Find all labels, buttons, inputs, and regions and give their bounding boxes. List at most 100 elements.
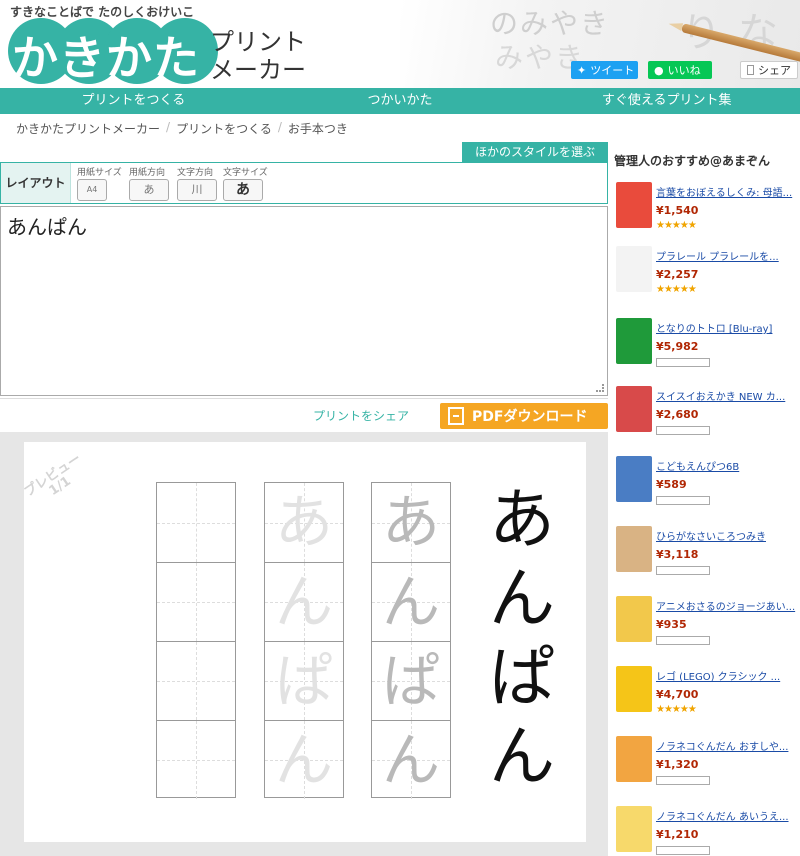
practice-cell [157, 483, 235, 562]
paper-size-icon[interactable]: A4 [77, 179, 107, 201]
text-direction-icon[interactable]: 川 [177, 179, 217, 201]
pdf-file-icon [448, 407, 464, 425]
product-name-link[interactable]: スイスイおえかき NEW カ... [656, 388, 798, 403]
product-price: ¥4,700 [656, 688, 699, 701]
paper-orientation-icon[interactable]: あ [129, 179, 169, 201]
product-name-link[interactable]: となりのトトロ [Blu-ray] [656, 320, 798, 335]
sidebar-title: 管理人のおすすめ@あまぞん [614, 154, 771, 168]
product-rating: ★★★★★ [656, 284, 697, 295]
product-item[interactable]: レゴ (LEGO) クラシック ... ¥4,700 ★★★★★ [614, 666, 800, 730]
preview-area: プレビュー 1/1 あ ん ぱ ん あ ん ぱ ん あ ん ぱ ん [0, 432, 608, 856]
line-icon: ● [654, 63, 664, 77]
font-size-option[interactable]: 文字サイズ あ [223, 165, 273, 201]
product-price: ¥5,982 [656, 340, 699, 353]
product-name-link[interactable]: ノラネコぐんだん おすしや... [656, 738, 798, 753]
line-like-button[interactable]: ● いいね [648, 61, 712, 79]
trace-char: ぱ [381, 647, 440, 715]
logo-main-text[interactable]: かきかた [12, 22, 200, 88]
print-text-input[interactable]: あんぱん [0, 206, 608, 396]
breadcrumb-create[interactable]: プリントをつくる [176, 120, 272, 137]
product-price: ¥2,257 [656, 268, 699, 281]
product-name-link[interactable]: 言葉をおぼえるしくみ: 母語... [656, 184, 798, 199]
practice-cell: ん [265, 562, 343, 641]
product-name-link[interactable]: ひらがなさいころつみき [656, 528, 798, 543]
product-image[interactable] [616, 596, 652, 642]
product-image[interactable] [616, 526, 652, 572]
product-rating-placeholder [656, 636, 710, 645]
trace-char: あ [274, 488, 333, 556]
share-button[interactable]: シェア [740, 61, 798, 79]
pdf-download-label: PDFダウンロード [472, 409, 588, 425]
product-item[interactable]: こどもえんぴつ6B ¥589 [614, 456, 800, 520]
line-label: いいね [667, 64, 701, 77]
site-header: のみやき みやき り な すきなことばで たのしくおけいこ かきかた プリント … [0, 0, 800, 88]
tweet-button[interactable]: ✦ ツイート [571, 61, 638, 79]
layout-bar: レイアウト 用紙サイズ A4 用紙方向 あ 文字方向 川 文字サイズ あ [0, 162, 608, 204]
text-direction-option[interactable]: 文字方向 川 [177, 165, 227, 201]
practice-column-blank [156, 482, 236, 799]
product-image[interactable] [616, 456, 652, 502]
product-image[interactable] [616, 386, 652, 432]
product-name-link[interactable]: レゴ (LEGO) クラシック ... [656, 668, 798, 683]
preview-paper: プレビュー 1/1 あ ん ぱ ん あ ん ぱ ん あ ん ぱ ん [22, 442, 586, 842]
product-name-link[interactable]: ノラネコぐんだん あいうえ... [656, 808, 798, 823]
product-item[interactable]: スイスイおえかき NEW カ... ¥2,680 [614, 386, 800, 450]
product-name-link[interactable]: プラレール プラレールを... [656, 248, 798, 263]
product-rating-placeholder [656, 426, 710, 435]
breadcrumb-current: お手本つき [287, 122, 348, 136]
model-text: あ ん ぱ ん [482, 480, 562, 796]
trace-char: あ [381, 488, 440, 556]
nav-how-to-use[interactable]: つかいかた [267, 88, 534, 114]
product-rating-placeholder [656, 566, 710, 575]
paper-orientation-option[interactable]: 用紙方向 あ [129, 165, 179, 201]
product-item[interactable]: となりのトトロ [Blu-ray] ¥5,982 [614, 318, 800, 382]
other-styles-tab[interactable]: ほかのスタイルを選ぶ [462, 142, 608, 162]
practice-cell: あ [265, 483, 343, 562]
practice-cell [157, 641, 235, 720]
model-char: ん [489, 560, 555, 637]
pdf-download-button[interactable]: PDFダウンロード [440, 403, 608, 429]
product-name-link[interactable]: アニメおさるのジョージあい... [656, 598, 798, 613]
option-label: 用紙方向 [129, 168, 166, 178]
practice-cell: ん [372, 562, 450, 641]
logo-sub-line: プリント [210, 28, 306, 56]
font-size-icon[interactable]: あ [223, 179, 263, 201]
product-image[interactable] [616, 182, 652, 228]
option-label: 文字方向 [177, 168, 214, 178]
preview-watermark: プレビュー 1/1 [22, 451, 90, 510]
nav-create-print[interactable]: プリントをつくる [0, 88, 267, 114]
product-item[interactable]: ノラネコぐんだん おすしや... ¥1,320 [614, 736, 800, 800]
action-row: プリントをシェア PDFダウンロード [0, 398, 608, 432]
practice-column-dark: あ ん ぱ ん [371, 482, 451, 799]
layout-label: レイアウト [1, 163, 71, 203]
product-price: ¥935 [656, 618, 687, 631]
resize-handle-icon[interactable] [596, 384, 604, 392]
paper-size-option[interactable]: 用紙サイズ A4 [77, 165, 127, 201]
share-print-link[interactable]: プリントをシェア [313, 407, 409, 424]
product-image[interactable] [616, 736, 652, 782]
product-item[interactable]: ノラネコぐんだん あいうえ... ¥1,210 [614, 806, 800, 856]
trace-char: ん [381, 568, 440, 636]
product-image[interactable] [616, 666, 652, 712]
practice-cell: ん [265, 720, 343, 799]
product-price: ¥3,118 [656, 548, 699, 561]
product-item[interactable]: アニメおさるのジョージあい... ¥935 [614, 596, 800, 660]
product-image[interactable] [616, 318, 652, 364]
nav-ready-prints[interactable]: すぐ使えるプリント集 [533, 88, 800, 114]
breadcrumb-home[interactable]: かきかたプリントメーカー [16, 120, 160, 137]
product-item[interactable]: ひらがなさいころつみき ¥3,118 [614, 526, 800, 590]
product-image[interactable] [616, 246, 652, 292]
product-name-link[interactable]: こどもえんぴつ6B [656, 458, 798, 473]
product-rating-placeholder [656, 358, 710, 367]
practice-column-light: あ ん ぱ ん [264, 482, 344, 799]
practice-cell: ぱ [372, 641, 450, 720]
trace-char: ん [274, 568, 333, 636]
product-rating: ★★★★★ [656, 704, 697, 715]
product-item[interactable]: 言葉をおぼえるしくみ: 母語... ¥1,540 ★★★★★ [614, 182, 800, 246]
practice-cell: ぱ [265, 641, 343, 720]
product-image[interactable] [616, 806, 652, 852]
option-label: 文字サイズ [223, 168, 268, 178]
model-char: あ [489, 481, 555, 558]
tweet-label: ツイート [590, 64, 635, 77]
product-item[interactable]: プラレール プラレールを... ¥2,257 ★★★★★ [614, 246, 800, 310]
